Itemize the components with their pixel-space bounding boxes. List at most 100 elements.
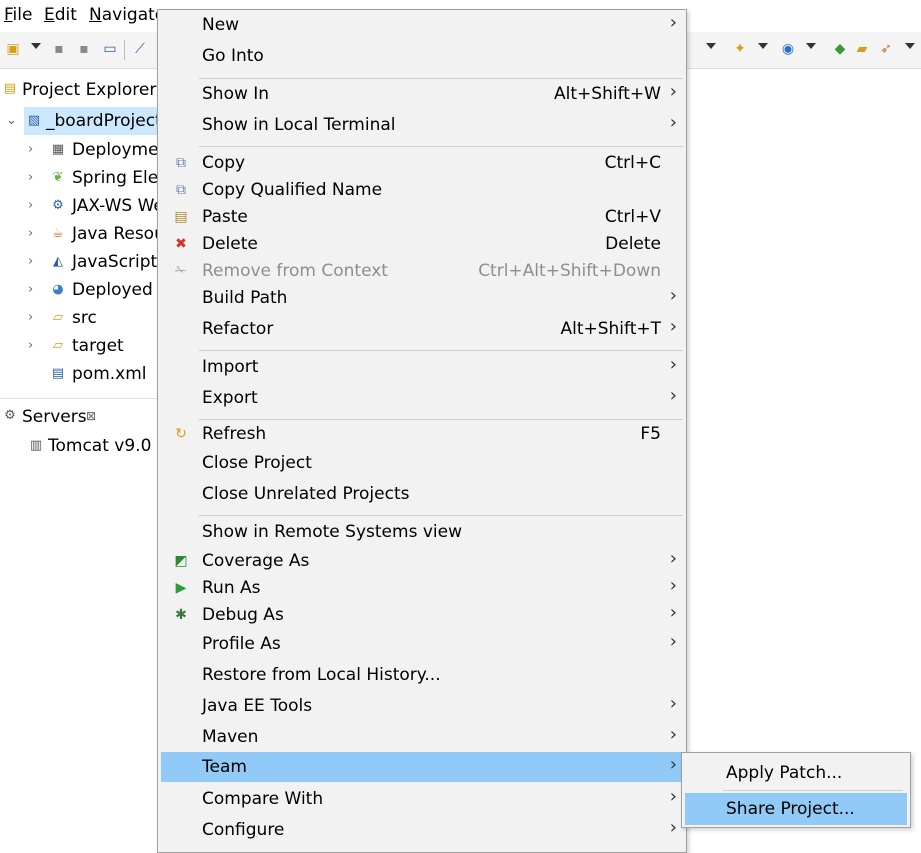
menu-item-compare-with[interactable]: Compare With › [161,784,685,814]
deploy-dropdown-arrow[interactable] [905,43,915,49]
collapse-twisty-icon[interactable]: › [28,304,33,332]
menu-item-build-path[interactable]: Build Path › [161,283,685,313]
submenu-item-label: Share Project... [726,799,855,819]
project-explorer-title: Project Explorer [22,80,157,100]
menu-file[interactable]: File [4,5,32,25]
web-services-icon: ⚙ [52,198,64,213]
menu-separator [199,146,683,147]
remove-context-icon: ✁ [175,263,187,279]
menu-item-export[interactable]: Export › [161,383,685,413]
menu-item-team[interactable]: Team › [161,752,685,782]
tree-item-deployed-resources[interactable]: › ◕ Deployed Resources [28,276,245,304]
terminal-icon[interactable]: ▭ [102,41,118,57]
menu-item-copy-qualified-name[interactable]: ⧉ Copy Qualified Name [161,175,685,205]
tree-item-spring-elements[interactable]: › ❦ Spring Elements [28,164,212,192]
menu-item-accelerator: Ctrl+V [604,207,661,227]
menu-item-label: Show in Local Terminal [202,115,396,135]
spring-icon: ❦ [52,170,64,185]
submenu-item-share-project[interactable]: Share Project... [685,793,907,825]
chevron-right-icon: › [669,81,677,102]
chevron-right-icon: › [669,285,677,306]
chevron-right-icon: › [669,817,677,838]
collapse-twisty-icon[interactable]: › [28,332,33,360]
menu-item-label: Restore from Local History... [202,665,441,685]
menu-item-show-in[interactable]: Show In Alt+Shift+W › [161,79,685,109]
collapse-twisty-icon[interactable]: › [28,248,33,276]
menu-item-java-ee-tools[interactable]: Java EE Tools › [161,691,685,721]
menu-item-go-into[interactable]: Go Into [161,41,685,71]
server-dropdown-arrow[interactable] [758,43,768,49]
menu-item-refactor[interactable]: Refactor Alt+Shift+T › [161,314,685,344]
submenu-item-apply-patch[interactable]: Apply Patch... [685,757,907,789]
menu-item-label: Debug As [202,605,284,625]
new-dropdown-arrow[interactable] [31,43,41,49]
menu-item-close-unrelated-projects[interactable]: Close Unrelated Projects [161,479,685,509]
tree-item-javascript-resources[interactable]: › ◭ JavaScript Resources [28,248,249,276]
menu-item-copy[interactable]: ⧉ Copy Ctrl+C [161,148,685,178]
menu-item-label: Copy Qualified Name [202,180,383,200]
project-explorer-icon: ▤ [3,81,17,96]
menu-item-show-in-remote-systems-view[interactable]: Show in Remote Systems view [161,517,685,547]
chevron-right-icon: › [669,724,677,745]
menu-item-profile-as[interactable]: Profile As › [161,629,685,659]
search-dropdown-arrow[interactable] [806,43,816,49]
tree-item-board-project[interactable]: ⌄ ▧ _boardProject [6,107,162,135]
open-folder-icon[interactable]: ▰ [854,41,870,57]
tree-item-java-resources[interactable]: › ☕ Java Resources [28,220,200,248]
tree-item-target[interactable]: › ▱ target [28,332,160,360]
menu-separator [723,790,903,791]
collapse-twisty-icon[interactable]: › [28,220,33,248]
new-server-icon[interactable]: ✦ [732,41,748,57]
save-all-icon[interactable]: ▪ [76,41,92,57]
refresh-icon: ↻ [175,426,187,442]
open-type-icon[interactable]: ◆ [832,41,848,57]
tree-item-deployment-descriptor[interactable]: › ▦ Deployment Descriptor [28,136,270,164]
menu-item-accelerator: Ctrl+Alt+Shift+Down [478,261,661,281]
copy-qualified-icon: ⧉ [176,182,186,198]
submenu-item-label: Apply Patch... [726,763,843,783]
menu-item-close-project[interactable]: Close Project [161,448,685,478]
menu-separator [199,515,683,516]
search-icon[interactable]: ◉ [780,41,796,57]
new-wizard-icon[interactable]: ▣ [5,41,21,57]
chevron-right-icon: › [669,112,677,133]
server-icon: ▥ [29,438,43,453]
menu-item-maven[interactable]: Maven › [161,722,685,752]
menu-item-import[interactable]: Import › [161,352,685,382]
menu-item-delete[interactable]: ✖ Delete Delete [161,229,685,259]
chevron-right-icon: › [669,693,677,714]
tree-item-jax-ws[interactable]: › ⚙ JAX-WS Web Services [28,192,252,220]
menu-item-restore-from-local-history[interactable]: Restore from Local History... [161,660,685,690]
java-resources-icon: ☕ [52,226,64,241]
menu-item-label: Build Path [202,288,288,308]
tree-item-src[interactable]: › ▱ src [28,304,160,332]
tree-item-tomcat-server[interactable]: ▥ Tomcat v9.0 Server [28,432,213,460]
menu-item-refresh[interactable]: ↻ Refresh F5 [161,419,685,449]
menu-item-coverage-as[interactable]: ◩ Coverage As › [161,546,685,576]
collapse-twisty-icon[interactable]: › [28,164,33,192]
menu-item-new[interactable]: New › [161,10,685,40]
collapse-twisty-icon[interactable]: › [28,276,33,304]
menu-item-paste[interactable]: ▤ Paste Ctrl+V [161,202,685,232]
menu-item-debug-as[interactable]: ✱ Debug As › [161,600,685,630]
project-explorer-tab[interactable]: ▤ Project Explorer [0,72,160,104]
debug-icon: ✱ [175,607,187,623]
menu-item-configure[interactable]: Configure › [161,815,685,845]
close-icon[interactable]: ⊠ [86,409,96,423]
chevron-right-icon: › [669,631,677,652]
menu-navigate[interactable]: Navigate [89,5,165,25]
tree-item-pom-xml[interactable]: ▤ pom.xml [28,360,160,388]
collapse-twisty-icon[interactable]: › [28,192,33,220]
pin-icon[interactable]: ⟋ [132,41,148,57]
menu-item-show-in-local-terminal[interactable]: Show in Local Terminal › [161,110,685,140]
toolbar-dropdown-arrow[interactable] [706,43,716,49]
menu-item-run-as[interactable]: ▶ Run As › [161,573,685,603]
expand-twisty-icon[interactable]: ⌄ [6,107,17,135]
collapse-twisty-icon[interactable]: › [28,136,33,164]
deploy-icon[interactable]: ➶ [878,41,894,57]
chevron-right-icon: › [669,316,677,337]
menu-item-label: Remove from Context [202,261,388,281]
menu-edit[interactable]: Edit [44,5,77,25]
save-icon[interactable]: ▪ [51,41,67,57]
servers-tab[interactable]: ⚙ Servers ⊠ [0,398,160,431]
